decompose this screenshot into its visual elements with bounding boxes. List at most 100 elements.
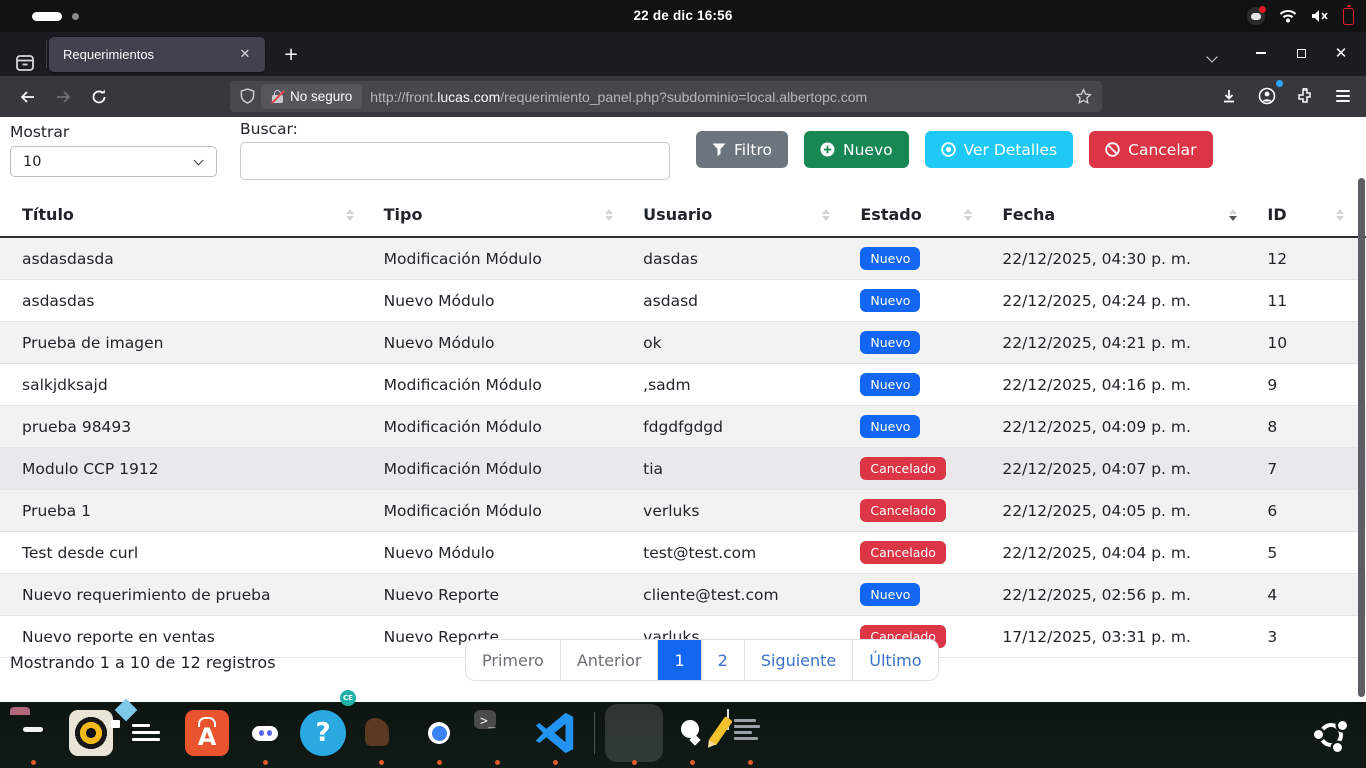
sort-icon[interactable] <box>346 209 354 221</box>
cell-id: 9 <box>1259 364 1366 406</box>
firefox-view-icon[interactable] <box>14 52 36 74</box>
header-usuario[interactable]: Usuario <box>635 195 852 237</box>
page-item-anterior[interactable]: Anterior <box>560 640 658 680</box>
text-editor-icon[interactable] <box>727 710 773 756</box>
cell-titulo: asdasdasda <box>0 237 376 280</box>
discord-icon[interactable] <box>242 710 288 756</box>
status-badge: Nuevo <box>860 415 920 438</box>
chrome-icon[interactable] <box>416 710 462 756</box>
files-icon[interactable] <box>10 710 56 756</box>
page-item-1[interactable]: 1 <box>657 640 700 680</box>
extensions-icon[interactable] <box>1290 81 1320 111</box>
search-input[interactable] <box>240 142 670 180</box>
sort-icon[interactable] <box>1336 209 1344 221</box>
firefox-icon[interactable] <box>611 710 657 756</box>
header-estado[interactable]: Estado <box>852 195 994 237</box>
scrollbar[interactable] <box>1358 178 1365 697</box>
page-item-primero[interactable]: Primero <box>466 640 560 680</box>
forward-icon[interactable] <box>48 82 78 112</box>
vscode-icon[interactable] <box>532 710 578 756</box>
table-row[interactable]: Modulo CCP 1912 Modificación Módulo tia … <box>0 448 1366 490</box>
security-chip[interactable]: No seguro <box>261 84 362 109</box>
new-button[interactable]: Nuevo <box>804 131 909 168</box>
back-icon[interactable] <box>12 82 42 112</box>
restore-button[interactable] <box>1290 42 1312 64</box>
tab-requerimientos[interactable]: Requerimientos ✕ <box>49 37 265 72</box>
wifi-icon[interactable] <box>1279 9 1297 23</box>
cell-estado: Nuevo <box>852 364 994 406</box>
battery-low-icon[interactable] <box>1343 8 1354 25</box>
running-indicator <box>748 760 753 765</box>
cell-tipo: Nuevo Módulo <box>376 280 636 322</box>
action-buttons: Filtro Nuevo Ver Detalles Cancelar <box>696 131 1213 168</box>
url-bar[interactable]: No seguro http://front.lucas.com/requeri… <box>230 81 1102 112</box>
page-item-2[interactable]: 2 <box>701 640 744 680</box>
reload-icon[interactable] <box>84 82 114 112</box>
cell-estado: Nuevo <box>852 237 994 280</box>
divider <box>46 40 47 68</box>
downloads-icon[interactable] <box>1214 81 1244 111</box>
close-button[interactable]: ✕ <box>1330 42 1352 64</box>
terminal-icon[interactable]: >_ <box>474 710 520 756</box>
system-clock[interactable]: 22 de dic 16:56 <box>0 0 1366 32</box>
window-controls: ✕ <box>1250 42 1352 64</box>
table-row[interactable]: prueba 98493 Modificación Módulo fdgdfgd… <box>0 406 1366 448</box>
table-row[interactable]: Test desde curl Nuevo Módulo test@test.c… <box>0 532 1366 574</box>
bookmark-star-icon[interactable] <box>1075 88 1092 105</box>
show-label: Mostrar <box>10 123 69 141</box>
table-row[interactable]: asdasdasda Modificación Módulo dasdas Nu… <box>0 237 1366 280</box>
account-icon[interactable] <box>1252 81 1282 111</box>
minimize-button[interactable] <box>1250 42 1272 64</box>
sort-icon[interactable] <box>822 209 830 221</box>
cell-fecha: 22/12/2025, 04:16 p. m. <box>994 364 1259 406</box>
cell-fecha: 22/12/2025, 04:30 p. m. <box>994 237 1259 280</box>
cell-usuario: verluks <box>635 490 852 532</box>
cancel-button[interactable]: Cancelar <box>1089 131 1212 168</box>
table-row[interactable]: salkjdksajd Modificación Módulo ,sadm Nu… <box>0 364 1366 406</box>
sort-icon-desc[interactable] <box>1229 209 1237 221</box>
table-body: asdasdasda Modificación Módulo dasdas Nu… <box>0 237 1366 658</box>
requirements-table: Título Tipo Usuario Estado Fecha ID asda… <box>0 195 1366 658</box>
table-row[interactable]: Prueba 1 Modificación Módulo verluks Can… <box>0 490 1366 532</box>
show-apps-icon[interactable] <box>1308 712 1354 758</box>
app-store-icon[interactable]: A <box>184 710 230 756</box>
header-tipo[interactable]: Tipo <box>376 195 636 237</box>
header-id[interactable]: ID <box>1259 195 1366 237</box>
discord-tray-icon[interactable] <box>1247 7 1265 25</box>
page-item-siguiente[interactable]: Siguiente <box>744 640 852 680</box>
table-row[interactable]: Prueba de imagen Nuevo Módulo ok Nuevo 2… <box>0 322 1366 364</box>
table-row[interactable]: asdasdas Nuevo Módulo asdasd Nuevo 22/12… <box>0 280 1366 322</box>
postman-icon[interactable] <box>669 710 715 756</box>
url-text[interactable]: http://front.lucas.com/requerimiento_pan… <box>370 89 1075 105</box>
running-indicator <box>690 760 695 765</box>
screen: 22 de dic 16:56 Requerimientos ✕ + ✕ <box>0 0 1366 768</box>
sort-icon[interactable] <box>964 209 972 221</box>
page-size-select[interactable]: 10 <box>10 146 217 177</box>
shield-icon[interactable] <box>240 88 255 105</box>
tab-close-icon[interactable]: ✕ <box>235 45 255 65</box>
list-all-tabs-icon[interactable] <box>1208 46 1228 62</box>
table-row[interactable]: Nuevo requerimiento de prueba Nuevo Repo… <box>0 574 1366 616</box>
records-info: Mostrando 1 a 10 de 12 registros <box>10 653 276 672</box>
view-details-button[interactable]: Ver Detalles <box>925 131 1074 168</box>
tab-title: Requerimientos <box>63 47 235 62</box>
filter-button[interactable]: Filtro <box>696 131 788 168</box>
cell-usuario: ok <box>635 322 852 364</box>
page-size-value: 10 <box>23 154 41 170</box>
cell-tipo: Nuevo Módulo <box>376 322 636 364</box>
volume-muted-icon[interactable] <box>1311 8 1329 24</box>
header-fecha[interactable]: Fecha <box>994 195 1259 237</box>
new-tab-button[interactable]: + <box>278 42 304 68</box>
cell-titulo: Modulo CCP 1912 <box>0 448 376 490</box>
menu-icon[interactable] <box>1328 81 1358 111</box>
libreoffice-icon[interactable] <box>126 710 172 756</box>
rhythmbox-icon[interactable] <box>68 710 114 756</box>
header-titulo[interactable]: Título <box>0 195 376 237</box>
sort-icon[interactable] <box>605 209 613 221</box>
help-icon[interactable]: ? <box>300 710 346 756</box>
page-item-último[interactable]: Último <box>852 640 937 680</box>
running-indicator <box>495 760 500 765</box>
cell-titulo: Test desde curl <box>0 532 376 574</box>
system-bar: 22 de dic 16:56 <box>0 0 1366 32</box>
dbeaver-icon[interactable]: CE <box>358 710 404 756</box>
